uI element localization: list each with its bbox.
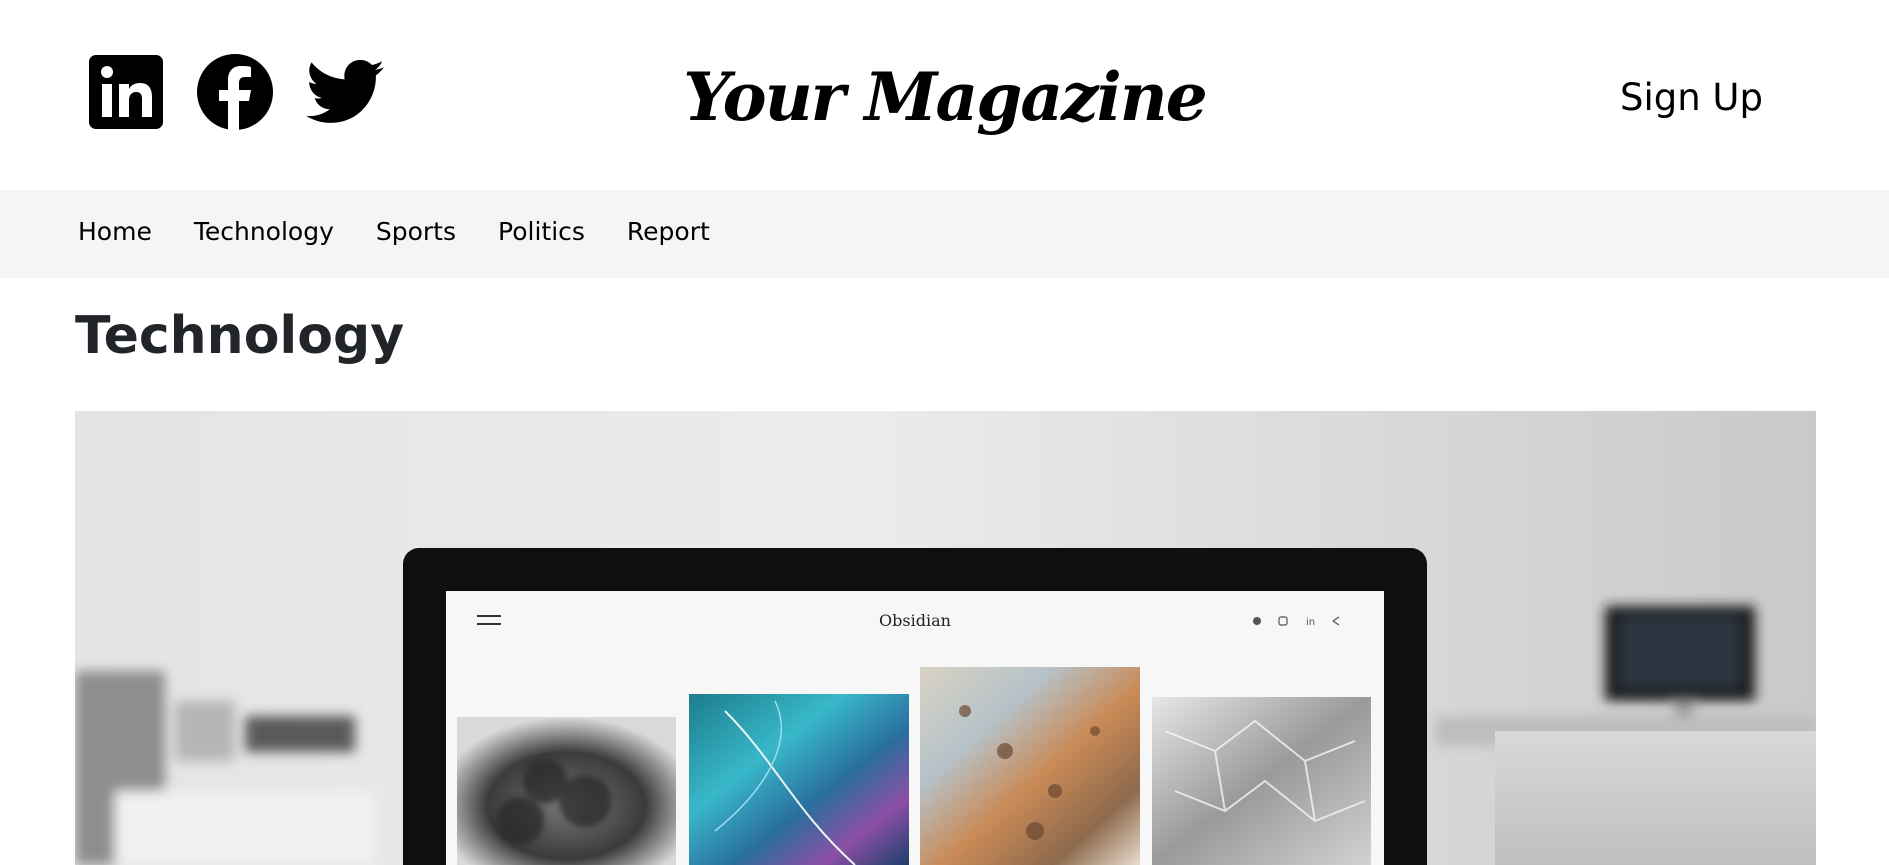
site-brand[interactable]: Your Magazine: [0, 58, 1889, 136]
main-nav: Home Technology Sports Politics Report: [0, 190, 1889, 278]
nav-item-home[interactable]: Home: [78, 217, 152, 246]
screen-brand: Obsidian: [879, 611, 951, 630]
linkedin-icon: in: [1306, 617, 1315, 628]
hero-image[interactable]: Obsidian in: [75, 411, 1816, 865]
nav-item-technology[interactable]: Technology: [194, 217, 334, 246]
nav-item-report[interactable]: Report: [627, 217, 710, 246]
twitter-icon: [1253, 617, 1261, 625]
hero-photo: Obsidian in: [75, 411, 1816, 865]
nav-item-sports[interactable]: Sports: [376, 217, 456, 246]
nav-item-politics[interactable]: Politics: [498, 217, 585, 246]
site-header: Your Magazine Sign Up: [0, 0, 1889, 190]
page-title: Technology: [75, 306, 405, 366]
sign-up-link[interactable]: Sign Up: [1620, 76, 1763, 119]
nav-list: Home Technology Sports Politics Report: [78, 217, 752, 246]
